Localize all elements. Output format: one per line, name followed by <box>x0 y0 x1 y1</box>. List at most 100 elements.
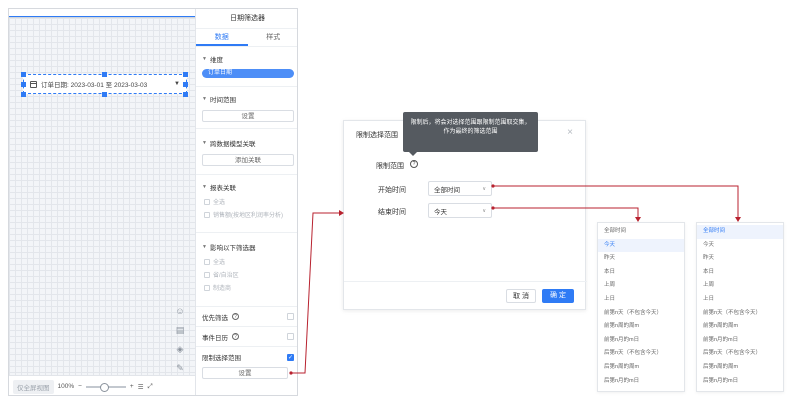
help-icon[interactable]: ? <box>232 313 239 320</box>
dropdown-option[interactable]: 前第n天（不包含今天） <box>598 307 684 321</box>
dropdown-option[interactable]: 上周 <box>598 279 684 293</box>
canvas-side-toolbar: ☺ ▤ ◈ ✎ <box>175 306 189 373</box>
robot-icon[interactable]: ☺ <box>175 306 185 316</box>
help-icon[interactable]: ? <box>410 160 418 168</box>
limit-range-checkbox[interactable]: ✓ <box>287 353 294 361</box>
chevron-down-icon[interactable]: ▼ <box>202 140 207 146</box>
zoom-out-button[interactable]: − <box>78 383 82 390</box>
tab-data[interactable]: 数据 <box>196 29 248 46</box>
canvas-top-strip <box>9 9 195 17</box>
chevron-down-icon[interactable]: ▼ <box>202 184 207 190</box>
dropdown-option[interactable]: 本日 <box>697 266 783 280</box>
priority-filter-checkbox[interactable] <box>287 313 294 320</box>
calendar-icon <box>30 80 37 88</box>
dimension-title: 维度 <box>209 57 223 64</box>
dropdown-option[interactable]: 后第n周的周m <box>697 361 783 375</box>
resize-handle-top[interactable] <box>102 72 107 77</box>
dropdown-option[interactable]: 前第n月的m日 <box>697 334 783 348</box>
report-link-section: ▼ 报表关联 全选 销售额(按地区利润率分析) <box>196 177 297 233</box>
zoom-slider[interactable] <box>85 382 126 392</box>
dropdown-option[interactable]: 上日 <box>598 293 684 307</box>
resize-handle-br[interactable] <box>183 92 188 97</box>
report-item-label: 销售额(按地区利润率分析) <box>213 213 283 219</box>
dropdown-option[interactable]: 今天 <box>598 238 684 253</box>
dropdown-option[interactable]: 后第n周的周m <box>598 361 684 375</box>
start-time-dropdown: 全部时间 今天 昨天 本日 上周 上日 前第n天（不包含今天） 前第n周的周m 前第n月的m日后… <box>696 222 784 392</box>
comment-icon[interactable]: ▤ <box>175 325 185 335</box>
select-all-label: 全选 <box>213 260 226 266</box>
dropdown-option[interactable]: 后第n月的m日 <box>697 375 783 389</box>
tab-style[interactable]: 样式 <box>248 29 298 46</box>
dropdown-option[interactable]: 后第n天（不包含今天） <box>598 347 684 361</box>
shield-icon[interactable]: ◈ <box>175 344 185 354</box>
dropdown-option[interactable]: 全部时间 <box>697 225 783 239</box>
affect-filters-section: ▼ 影响以下筛选器 全选 省/自治区 制造商 <box>196 237 297 307</box>
canvas-bottom-bar: 仅全屏视图 100% − + ☰ ⤢ <box>9 375 195 395</box>
select-all-checkbox[interactable] <box>204 258 210 265</box>
report-checkbox[interactable] <box>204 211 210 218</box>
affect-filters-title: 影响以下筛选器 <box>209 245 256 252</box>
time-range-set-button[interactable]: 设置 <box>202 110 294 122</box>
zoom-in-button[interactable]: + <box>130 383 134 390</box>
resize-handle-left[interactable] <box>21 82 26 87</box>
chevron-down-icon[interactable]: ▼ <box>202 244 207 250</box>
dialog-title: 限制选择范围 <box>356 132 398 139</box>
resize-handle-right[interactable] <box>183 82 188 87</box>
end-time-value: 今天 <box>434 208 447 216</box>
province-checkbox[interactable] <box>204 271 210 278</box>
manufacturer-label: 制造商 <box>213 286 232 292</box>
dropdown-option[interactable]: 前第n天（不包含今天） <box>697 307 783 321</box>
dimension-section: ▼ 维度 订单日期 <box>196 49 297 87</box>
chevron-down-icon: ∨ <box>482 185 486 192</box>
start-time-select[interactable]: 全部时间 ∨ <box>428 181 492 196</box>
event-calendar-checkbox[interactable] <box>287 333 294 340</box>
dropdown-option[interactable]: 后第n天（不包含今天） <box>697 347 783 361</box>
priority-filter-label: 优先筛选 <box>202 314 228 322</box>
wrench-icon[interactable]: ✎ <box>175 363 185 373</box>
dropdown-option[interactable]: 昨天 <box>697 252 783 266</box>
resize-handle-tl[interactable] <box>21 72 26 77</box>
dropdown-option[interactable]: 后第n月的m日 <box>598 375 684 389</box>
dropdown-option[interactable]: 上日 <box>697 293 783 307</box>
dropdown-option[interactable]: 全部时间 <box>598 225 684 239</box>
dropdown-option[interactable]: 前第n周的周m <box>598 320 684 334</box>
dropdown-option[interactable]: 上周 <box>697 279 783 293</box>
manufacturer-checkbox[interactable] <box>204 284 210 291</box>
province-label: 省/自治区 <box>213 273 239 279</box>
close-icon[interactable]: × <box>567 127 573 138</box>
cancel-button[interactable]: 取 消 <box>506 289 536 303</box>
limit-range-row: 限制选择范围 ✓ <box>196 347 297 367</box>
panel-tabs: 数据 样式 <box>196 29 298 47</box>
expand-icon[interactable]: ⤢ <box>148 383 153 391</box>
report-link-title: 报表关联 <box>209 185 236 192</box>
zoom-level: 100% <box>57 383 75 390</box>
confirm-button[interactable]: 确 定 <box>542 289 574 303</box>
resize-handle-bottom[interactable] <box>102 92 107 97</box>
help-icon[interactable]: ? <box>232 333 239 340</box>
select-all-checkbox[interactable] <box>204 198 210 205</box>
date-filter-widget[interactable]: 订单日期: 2023-03-01 至 2023-03-03 ▼ <box>23 74 187 94</box>
resize-handle-tr[interactable] <box>183 72 188 77</box>
date-filter-text: 订单日期: 2023-03-01 至 2023-03-03 <box>41 82 148 89</box>
add-link-button[interactable]: 添加关联 <box>202 154 294 166</box>
chevron-down-icon[interactable]: ▼ <box>202 56 207 62</box>
dimension-field-pill[interactable]: 订单日期 <box>202 69 294 78</box>
dropdown-option[interactable]: 前第n周的周m <box>697 320 783 334</box>
dropdown-option[interactable]: 昨天 <box>598 252 684 266</box>
select-all-label: 全选 <box>213 200 226 206</box>
design-canvas[interactable]: 订单日期: 2023-03-01 至 2023-03-03 ▼ ☺ ▤ ◈ ✎ <box>9 17 195 375</box>
fullscreen-view-button[interactable]: 仅全屏视图 <box>13 379 54 394</box>
limit-range-label: 限制范围 <box>376 163 404 170</box>
dropdown-option[interactable]: 今天 <box>697 239 783 253</box>
dropdown-option[interactable]: 本日 <box>598 266 684 280</box>
limit-range-set-button[interactable]: 设置 <box>202 367 288 379</box>
time-range-section: ▼ 时间范围 设置 <box>196 89 297 129</box>
editor-window: 订单日期: 2023-03-01 至 2023-03-03 ▼ ☺ ▤ ◈ ✎ … <box>8 8 298 396</box>
chevron-down-icon[interactable]: ▼ <box>202 96 207 102</box>
dropdown-option[interactable]: 前第n月的m日 <box>598 334 684 348</box>
resize-handle-bl[interactable] <box>21 92 26 97</box>
event-calendar-label: 事件日历 <box>202 334 228 342</box>
event-calendar-row: 事件日历 ? <box>196 327 297 347</box>
list-icon[interactable]: ☰ <box>138 383 144 391</box>
end-time-select[interactable]: 今天 ∨ <box>428 203 492 218</box>
